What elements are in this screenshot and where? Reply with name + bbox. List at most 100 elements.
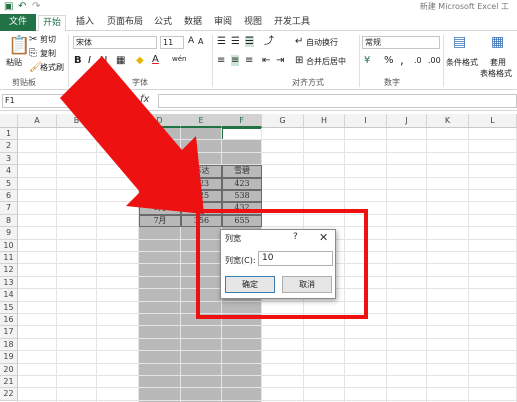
- align-right-icon[interactable]: ≡: [245, 55, 253, 66]
- row-header-1[interactable]: 1: [0, 128, 18, 141]
- row-header-8[interactable]: 8: [0, 214, 18, 228]
- format-as-table-icon[interactable]: ▦: [491, 35, 504, 49]
- row-header-15[interactable]: 15: [0, 301, 18, 314]
- row-header-17[interactable]: 17: [0, 326, 18, 339]
- column-header-K[interactable]: K: [427, 114, 469, 128]
- select-all-corner[interactable]: [0, 114, 18, 128]
- indent-icon[interactable]: ⇤: [262, 55, 270, 66]
- close-icon[interactable]: ✕: [319, 231, 328, 244]
- ok-button[interactable]: 确定: [225, 276, 275, 293]
- currency-icon[interactable]: ¥: [364, 55, 370, 66]
- save-icon[interactable]: ▣: [4, 1, 13, 13]
- insert-function-icon[interactable]: fx: [140, 94, 149, 105]
- row-header-19[interactable]: 19: [0, 351, 18, 364]
- tab-page-layout[interactable]: 页面布局: [103, 15, 147, 30]
- row-header-13[interactable]: 13: [0, 276, 18, 290]
- redo-icon[interactable]: ↷: [32, 1, 40, 13]
- font-name-select[interactable]: 宋体: [73, 36, 157, 49]
- row-header-9[interactable]: 9: [0, 227, 18, 240]
- undo-icon[interactable]: ↶: [18, 1, 26, 13]
- row-header-14[interactable]: 14: [0, 289, 18, 302]
- cut-button[interactable]: 剪切: [40, 34, 56, 45]
- column-header-C[interactable]: C: [97, 114, 139, 128]
- row-header-5[interactable]: 5: [0, 177, 18, 190]
- percent-button[interactable]: %: [384, 55, 394, 66]
- row-header-12[interactable]: 12: [0, 264, 18, 277]
- phonetic-button[interactable]: wén: [172, 55, 186, 63]
- copy-button[interactable]: 复制: [40, 48, 56, 59]
- tab-formulas[interactable]: 公式: [150, 15, 176, 30]
- column-header-I[interactable]: I: [345, 114, 387, 128]
- column-header-H[interactable]: H: [304, 114, 345, 128]
- conditional-format-button[interactable]: 条件格式: [446, 57, 478, 68]
- copy-icon[interactable]: ⎘: [29, 48, 37, 59]
- enter-icon[interactable]: ✓: [108, 95, 116, 106]
- shrink-font-icon[interactable]: A: [198, 37, 203, 46]
- cancel-button[interactable]: 取消: [282, 276, 332, 293]
- column-width-input[interactable]: 10: [258, 251, 333, 266]
- border-icon[interactable]: ▦: [116, 55, 125, 66]
- row-header-2[interactable]: 2: [0, 140, 18, 153]
- row-header-10[interactable]: 10: [0, 239, 18, 252]
- decrease-decimal-icon[interactable]: .00: [428, 55, 441, 66]
- column-header-G[interactable]: G: [262, 114, 304, 128]
- column-header-L[interactable]: L: [469, 114, 517, 128]
- merge-icon[interactable]: ⊞: [295, 55, 303, 66]
- cell-F5[interactable]: 423: [222, 177, 262, 190]
- row-header-7[interactable]: 7: [0, 202, 18, 215]
- cell-E6[interactable]: 425: [181, 190, 222, 203]
- paste-icon[interactable]: 📋: [8, 37, 30, 55]
- bold-button[interactable]: B: [74, 55, 82, 66]
- cut-icon[interactable]: ✂: [29, 34, 37, 45]
- conditional-format-icon[interactable]: ▤: [453, 35, 466, 49]
- number-format-select[interactable]: 常规: [362, 36, 440, 49]
- outdent-icon[interactable]: ⇥: [276, 55, 284, 66]
- italic-button[interactable]: I: [88, 55, 91, 66]
- cell-D5[interactable]: [139, 177, 181, 190]
- row-header-11[interactable]: 11: [0, 252, 18, 265]
- tab-file[interactable]: 文件: [0, 14, 36, 31]
- wrap-text-button[interactable]: 自动换行: [306, 37, 338, 48]
- fill-color-icon[interactable]: ◆: [136, 55, 144, 66]
- align-middle-icon[interactable]: ☰: [231, 36, 240, 47]
- format-as-table-button-line2[interactable]: 表格格式: [480, 68, 512, 79]
- tab-view[interactable]: 视图: [240, 15, 266, 30]
- font-color-icon[interactable]: A: [152, 54, 159, 65]
- underline-button[interactable]: U: [100, 55, 107, 66]
- tab-insert[interactable]: 插入: [72, 15, 98, 30]
- row-header-20[interactable]: 20: [0, 363, 18, 376]
- align-center-icon[interactable]: ≡: [231, 55, 240, 66]
- grow-font-icon[interactable]: A: [188, 36, 194, 46]
- row-header-16[interactable]: 16: [0, 314, 18, 327]
- tab-data[interactable]: 数据: [180, 15, 206, 30]
- column-header-F[interactable]: F: [222, 114, 262, 128]
- cell-E5[interactable]: 223: [181, 177, 222, 190]
- format-as-table-button[interactable]: 套用: [490, 57, 506, 68]
- paste-button[interactable]: 粘贴: [6, 57, 22, 68]
- merge-center-button[interactable]: 合并后居中: [306, 56, 346, 67]
- row-header-18[interactable]: 18: [0, 338, 18, 352]
- comma-button[interactable]: ,: [400, 53, 404, 67]
- row-header-3[interactable]: 3: [0, 152, 18, 166]
- column-header-A[interactable]: A: [18, 114, 57, 128]
- align-bottom-icon[interactable]: ☰: [245, 36, 254, 47]
- formula-input[interactable]: [158, 94, 517, 108]
- column-header-B[interactable]: B: [57, 114, 97, 128]
- cell-D6[interactable]: 3月: [139, 190, 181, 203]
- cell-D4[interactable]: [139, 165, 181, 178]
- column-header-E[interactable]: E: [181, 114, 222, 128]
- cell-F4[interactable]: 雪碧: [222, 165, 262, 178]
- increase-decimal-icon[interactable]: .0: [414, 55, 422, 66]
- wrap-text-icon[interactable]: ↵: [295, 36, 303, 47]
- help-icon[interactable]: ?: [293, 232, 298, 242]
- column-header-J[interactable]: J: [387, 114, 427, 128]
- cell-F6[interactable]: 538: [222, 190, 262, 203]
- row-header-6[interactable]: 6: [0, 190, 18, 203]
- tab-review[interactable]: 审阅: [210, 15, 236, 30]
- cell-E4[interactable]: 苏达: [181, 165, 222, 178]
- cancel-icon[interactable]: ✕: [90, 95, 98, 106]
- row-header-21[interactable]: 21: [0, 376, 18, 389]
- row-header-4[interactable]: 4: [0, 165, 18, 178]
- align-left-icon[interactable]: ≡: [217, 55, 225, 66]
- name-box[interactable]: F1: [2, 94, 76, 108]
